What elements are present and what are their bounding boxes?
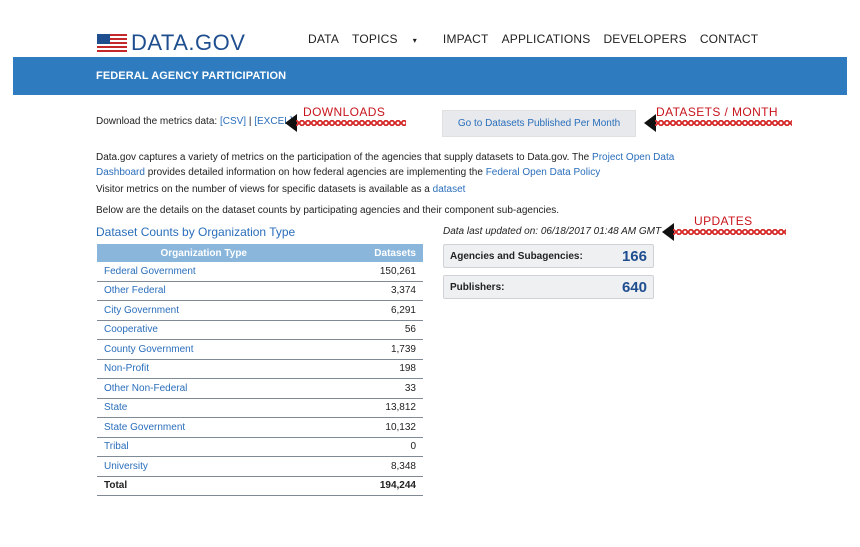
org-type-link[interactable]: State Government: [97, 417, 311, 438]
total-label: Total: [97, 476, 311, 496]
table-row: Other Non-Federal 33: [97, 378, 423, 399]
table-total-row: Total 194,244: [97, 476, 423, 496]
org-type-link[interactable]: Tribal: [97, 437, 311, 457]
column-header-org-type[interactable]: Organization Type: [97, 244, 311, 262]
org-type-link[interactable]: University: [97, 456, 311, 477]
agencies-count: 166: [621, 247, 647, 265]
dataset-count: 150,261: [310, 262, 423, 282]
site-logo[interactable]: DATA.GOV: [97, 30, 245, 56]
download-separator: |: [246, 116, 255, 127]
publishers-label: Publishers:: [450, 281, 505, 293]
table-row: Non-Profit 198: [97, 359, 423, 379]
nav-impact[interactable]: IMPACT: [443, 32, 489, 46]
download-line: Download the metrics data: [CSV] | [EXCE…: [96, 116, 293, 127]
nav-topics[interactable]: TOPICS ▾: [352, 32, 430, 46]
annotation-updates: UPDATES: [694, 214, 753, 228]
underline-squiggle: [673, 229, 786, 235]
org-type-link[interactable]: State: [97, 398, 311, 418]
flag-icon: [97, 34, 127, 52]
annotation-downloads: DOWNLOADS: [303, 105, 386, 119]
dataset-count: 0: [310, 437, 423, 457]
dataset-link[interactable]: dataset: [433, 184, 466, 195]
nav-applications[interactable]: APPLICATIONS: [502, 32, 591, 46]
dataset-count: 3,374: [310, 281, 423, 301]
table-row: State Government 10,132: [97, 417, 423, 438]
dataset-counts-table: Organization Type Datasets Federal Gover…: [97, 244, 423, 496]
publishers-stat-box: Publishers: 640: [443, 275, 654, 299]
publishers-count: 640: [621, 278, 647, 296]
dataset-count: 33: [310, 378, 423, 399]
table-row: Other Federal 3,374: [97, 281, 423, 301]
visitor-metrics-paragraph: Visitor metrics on the number of views f…: [96, 184, 465, 195]
table-row: Tribal 0: [97, 437, 423, 457]
table-row: Federal Government 150,261: [97, 262, 423, 282]
org-type-link[interactable]: City Government: [97, 300, 311, 321]
org-type-link[interactable]: County Government: [97, 339, 311, 360]
org-type-link[interactable]: Other Federal: [97, 281, 311, 301]
dataset-count: 6,291: [310, 300, 423, 321]
underline-squiggle: [296, 120, 406, 126]
org-type-link[interactable]: Other Non-Federal: [97, 378, 311, 399]
details-paragraph: Below are the details on the dataset cou…: [96, 205, 560, 216]
dataset-count: 56: [310, 320, 423, 340]
annotation-datasets-month: DATASETS / MONTH: [656, 105, 778, 119]
agencies-label: Agencies and Subagencies:: [450, 250, 583, 262]
org-type-link[interactable]: Non-Profit: [97, 359, 311, 379]
org-type-link[interactable]: Cooperative: [97, 320, 311, 340]
federal-open-data-policy-link[interactable]: Federal Open Data Policy: [486, 167, 601, 178]
table-row: State 13,812: [97, 398, 423, 418]
column-header-datasets[interactable]: Datasets: [310, 244, 423, 262]
intro-paragraph: Data.gov captures a variety of metrics o…: [96, 150, 676, 180]
dataset-count: 198: [310, 359, 423, 379]
page-title: FEDERAL AGENCY PARTICIPATION: [96, 70, 287, 82]
intro-text-a: Data.gov captures a variety of metrics o…: [96, 152, 593, 163]
datasets-per-month-button[interactable]: Go to Datasets Published Per Month: [442, 110, 636, 137]
org-type-link[interactable]: Federal Government: [97, 262, 311, 282]
chevron-down-icon: ▾: [412, 36, 417, 45]
nav-developers[interactable]: DEVELOPERS: [603, 32, 686, 46]
dataset-count: 13,812: [310, 398, 423, 418]
visitor-text: Visitor metrics on the number of views f…: [96, 184, 433, 195]
download-prefix: Download the metrics data:: [96, 116, 220, 127]
table-row: City Government 6,291: [97, 300, 423, 321]
main-nav: DATA TOPICS ▾ IMPACT APPLICATIONS DEVELOP…: [308, 32, 771, 46]
intro-text-b: provides detailed information on how fed…: [144, 167, 486, 178]
logo-text: DATA.GOV: [131, 30, 246, 55]
table-header-row: Organization Type Datasets: [97, 244, 423, 262]
csv-download-link[interactable]: [CSV]: [220, 116, 246, 127]
table-row: County Government 1,739: [97, 339, 423, 360]
table-title: Dataset Counts by Organization Type: [96, 225, 296, 239]
nav-data[interactable]: DATA: [308, 32, 339, 46]
table-row: Cooperative 56: [97, 320, 423, 340]
agencies-stat-box: Agencies and Subagencies: 166: [443, 244, 654, 268]
dataset-count: 8,348: [310, 456, 423, 477]
table-row: University 8,348: [97, 456, 423, 477]
nav-topics-label: TOPICS: [352, 32, 398, 46]
last-updated-text: Data last updated on: 06/18/2017 01:48 A…: [443, 226, 662, 237]
dataset-count: 10,132: [310, 417, 423, 438]
nav-contact[interactable]: CONTACT: [700, 32, 759, 46]
dataset-count: 1,739: [310, 339, 423, 360]
underline-squiggle: [655, 120, 792, 126]
total-count: 194,244: [310, 476, 423, 496]
